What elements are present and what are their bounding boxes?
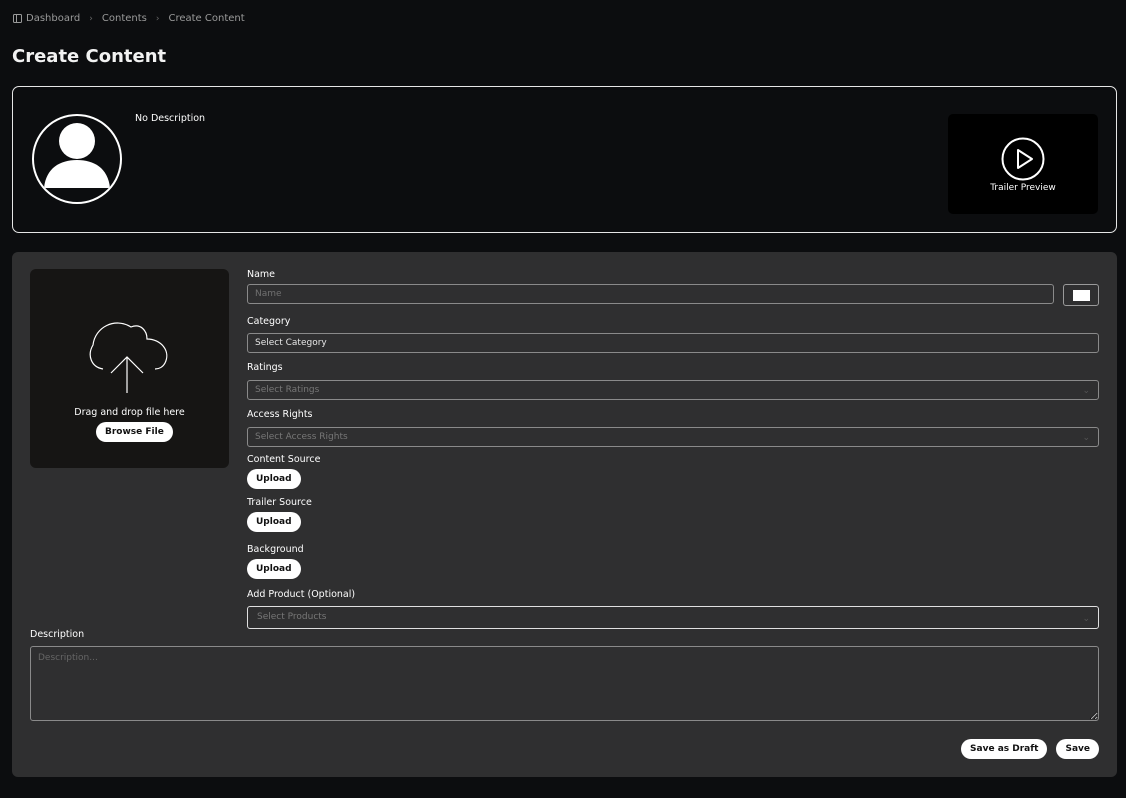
ratings-select-placeholder: Select Ratings xyxy=(255,385,320,395)
category-select-value: Select Category xyxy=(255,338,327,348)
breadcrumb-dashboard-label: Dashboard xyxy=(26,13,81,24)
breadcrumb-current: Create Content xyxy=(168,13,245,24)
category-label: Category xyxy=(247,316,291,327)
ratings-label: Ratings xyxy=(247,362,283,373)
add-product-label: Add Product (Optional) xyxy=(247,589,356,600)
description-textarea[interactable] xyxy=(30,646,1099,721)
breadcrumb-dashboard[interactable]: Dashboard xyxy=(13,13,80,24)
background-upload-button[interactable]: Upload xyxy=(247,559,301,579)
trailer-preview-label: Trailer Preview xyxy=(990,183,1056,193)
color-picker[interactable] xyxy=(1063,284,1099,306)
content-form: Drag and drop file here Browse File Name… xyxy=(12,252,1117,777)
breadcrumb-separator: › xyxy=(155,13,160,24)
content-preview-card: No Description Trailer Preview xyxy=(12,86,1117,233)
breadcrumb: Dashboard › Contents › Create Content xyxy=(13,13,245,24)
dropzone-text: Drag and drop file here xyxy=(74,407,185,418)
color-swatch-fill xyxy=(1073,290,1090,301)
trailer-preview[interactable]: Trailer Preview xyxy=(948,114,1098,214)
form-actions: Save as Draft Save xyxy=(961,739,1099,759)
play-circle-icon[interactable] xyxy=(1001,137,1045,181)
trailer-source-upload-button[interactable]: Upload xyxy=(247,512,301,532)
breadcrumb-contents[interactable]: Contents xyxy=(102,13,147,24)
chevron-down-icon: ⌄ xyxy=(1082,433,1090,443)
access-rights-placeholder: Select Access Rights xyxy=(255,432,348,442)
breadcrumb-separator: › xyxy=(89,13,93,24)
preview-description: No Description xyxy=(135,113,206,124)
trailer-source-label: Trailer Source xyxy=(247,497,312,508)
chevron-down-icon: ⌄ xyxy=(1082,614,1090,624)
access-rights-select[interactable]: Select Access Rights ⌄ xyxy=(247,427,1099,447)
ratings-select[interactable]: Select Ratings ⌄ xyxy=(247,380,1099,400)
products-select[interactable]: Select Products ⌄ xyxy=(247,606,1099,629)
name-input[interactable] xyxy=(247,284,1054,304)
page-title: Create Content xyxy=(12,46,167,67)
file-dropzone[interactable]: Drag and drop file here Browse File xyxy=(30,269,229,468)
browse-file-button[interactable]: Browse File xyxy=(96,422,173,442)
description-label: Description xyxy=(30,629,85,640)
save-button[interactable]: Save xyxy=(1056,739,1099,759)
avatar xyxy=(32,114,122,204)
sidebar-panel-icon xyxy=(13,14,22,23)
cloud-upload-icon xyxy=(89,322,168,393)
save-as-draft-button[interactable]: Save as Draft xyxy=(961,739,1048,759)
access-rights-label: Access Rights xyxy=(247,409,313,420)
user-silhouette-icon xyxy=(44,123,110,188)
chevron-down-icon: ⌄ xyxy=(1082,386,1090,396)
name-label: Name xyxy=(247,269,276,280)
category-select[interactable]: Select Category xyxy=(247,333,1099,353)
content-source-upload-button[interactable]: Upload xyxy=(247,469,301,489)
content-source-label: Content Source xyxy=(247,454,321,465)
background-label: Background xyxy=(247,544,304,555)
products-select-placeholder: Select Products xyxy=(257,612,327,622)
